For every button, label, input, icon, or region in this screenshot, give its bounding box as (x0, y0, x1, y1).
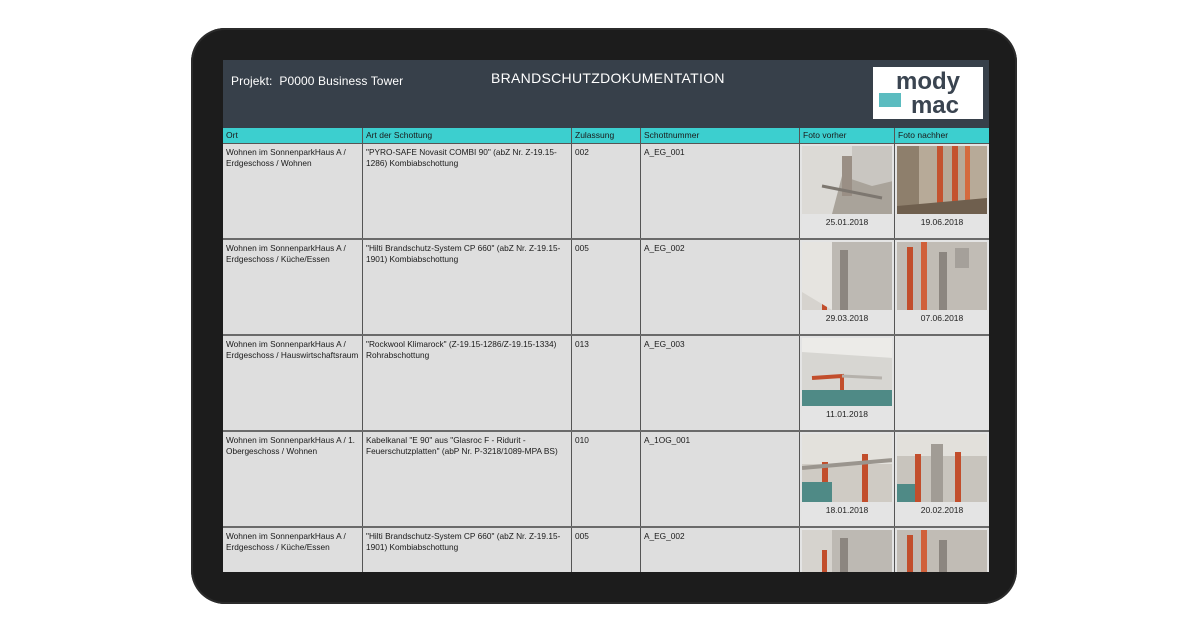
photo-after-date: 20.02.2018 (920, 505, 964, 515)
cell-ort: Wohnen im SonnenparkHaus A / Erdgeschoss… (223, 336, 363, 430)
cell-foto-nachher: 07.06.2018 (895, 240, 989, 334)
photo-after-date: 19.06.2018 (920, 217, 964, 227)
table-header: Ort Art der Schottung Zulassung Schottnu… (223, 128, 989, 144)
app-header: Projekt: P0000 Business Tower BRANDSCHUT… (223, 60, 989, 128)
table-row[interactable]: Wohnen im SonnenparkHaus A / Erdgeschoss… (223, 240, 989, 336)
cell-art: "Hilti Brandschutz-System CP 660" (abZ N… (363, 240, 572, 334)
cell-foto-nachher (895, 336, 989, 430)
table-row[interactable]: Wohnen im SonnenparkHaus A / Erdgeschoss… (223, 528, 989, 572)
cell-art: "Hilti Brandschutz-System CP 660" (abZ N… (363, 528, 572, 572)
cell-art: Kabelkanal "E 90" aus "Glasroc F - Ridur… (363, 432, 572, 526)
cell-foto-vorher: 11.01.2018 (800, 336, 895, 430)
app-screen: Projekt: P0000 Business Tower BRANDSCHUT… (223, 60, 989, 572)
photo-after[interactable] (897, 146, 987, 214)
column-header-foto-vorher[interactable]: Foto vorher (800, 128, 895, 143)
cell-schottnummer: A_EG_002 (641, 240, 800, 334)
table-row[interactable]: Wohnen im SonnenparkHaus A / 1. Obergesc… (223, 432, 989, 528)
column-header-foto-nachher[interactable]: Foto nachher (895, 128, 989, 143)
cell-foto-nachher: 20.02.2018 (895, 432, 989, 526)
cell-schottnummer: A_EG_001 (641, 144, 800, 238)
photo-after[interactable] (897, 434, 987, 502)
cell-ort: Wohnen im SonnenparkHaus A / 1. Obergesc… (223, 432, 363, 526)
photo-before[interactable] (802, 242, 892, 310)
photo-after-date: 07.06.2018 (920, 313, 964, 323)
cell-art: "Rockwool Klimarock" (Z-19.15-1286/Z-19.… (363, 336, 572, 430)
photo-before[interactable] (802, 530, 892, 572)
cell-schottnummer: A_EG_002 (641, 528, 800, 572)
project-label: Projekt: (231, 74, 273, 88)
page-title: BRANDSCHUTZDOKUMENTATION (491, 70, 725, 86)
cell-zulassung: 002 (572, 144, 641, 238)
table-row[interactable]: Wohnen im SonnenparkHaus A / Erdgeschoss… (223, 336, 989, 432)
cell-foto-nachher: 19.06.2018 (895, 144, 989, 238)
photo-before-date: 11.01.2018 (826, 409, 868, 419)
photo-before-date: 25.01.2018 (825, 217, 869, 227)
cell-foto-vorher: 18.01.2018 (800, 432, 895, 526)
cell-zulassung: 010 (572, 432, 641, 526)
photo-before-date: 18.01.2018 (825, 505, 869, 515)
column-header-zulassung[interactable]: Zulassung (572, 128, 641, 143)
photo-before[interactable] (802, 146, 892, 214)
photo-before[interactable] (802, 338, 892, 406)
logo-top-text: mody (896, 68, 961, 95)
cell-schottnummer: A_EG_003 (641, 336, 800, 430)
cell-zulassung: 013 (572, 336, 641, 430)
documentation-table: Ort Art der Schottung Zulassung Schottnu… (223, 128, 989, 572)
cell-schottnummer: A_1OG_001 (641, 432, 800, 526)
project-name: P0000 Business Tower (279, 74, 404, 88)
cell-zulassung: 005 (572, 240, 641, 334)
cell-zulassung: 005 (572, 528, 641, 572)
column-header-schottnummer[interactable]: Schottnummer (641, 128, 800, 143)
column-header-art[interactable]: Art der Schottung (363, 128, 572, 143)
photo-after[interactable] (897, 530, 987, 572)
photo-before-date: 29.03.2018 (825, 313, 869, 323)
logo-bottom-text: mac (911, 92, 959, 119)
photo-after[interactable] (897, 242, 987, 310)
cell-foto-vorher: 25.01.2018 (800, 144, 895, 238)
cell-art: "PYRO-SAFE Novasit COMBI 90" (abZ Nr. Z-… (363, 144, 572, 238)
project-info: Projekt: P0000 Business Tower (231, 74, 403, 88)
modymac-logo: mody mac (873, 67, 983, 119)
cell-foto-vorher: 29.03.2018 (800, 240, 895, 334)
cell-ort: Wohnen im SonnenparkHaus A / Erdgeschoss… (223, 528, 363, 572)
cell-foto-vorher (800, 528, 895, 572)
cell-foto-nachher (895, 528, 989, 572)
table-row[interactable]: Wohnen im SonnenparkHaus A / Erdgeschoss… (223, 144, 989, 240)
photo-before[interactable] (802, 434, 892, 502)
cell-ort: Wohnen im SonnenparkHaus A / Erdgeschoss… (223, 240, 363, 334)
column-header-ort[interactable]: Ort (223, 128, 363, 143)
cell-ort: Wohnen im SonnenparkHaus A / Erdgeschoss… (223, 144, 363, 238)
